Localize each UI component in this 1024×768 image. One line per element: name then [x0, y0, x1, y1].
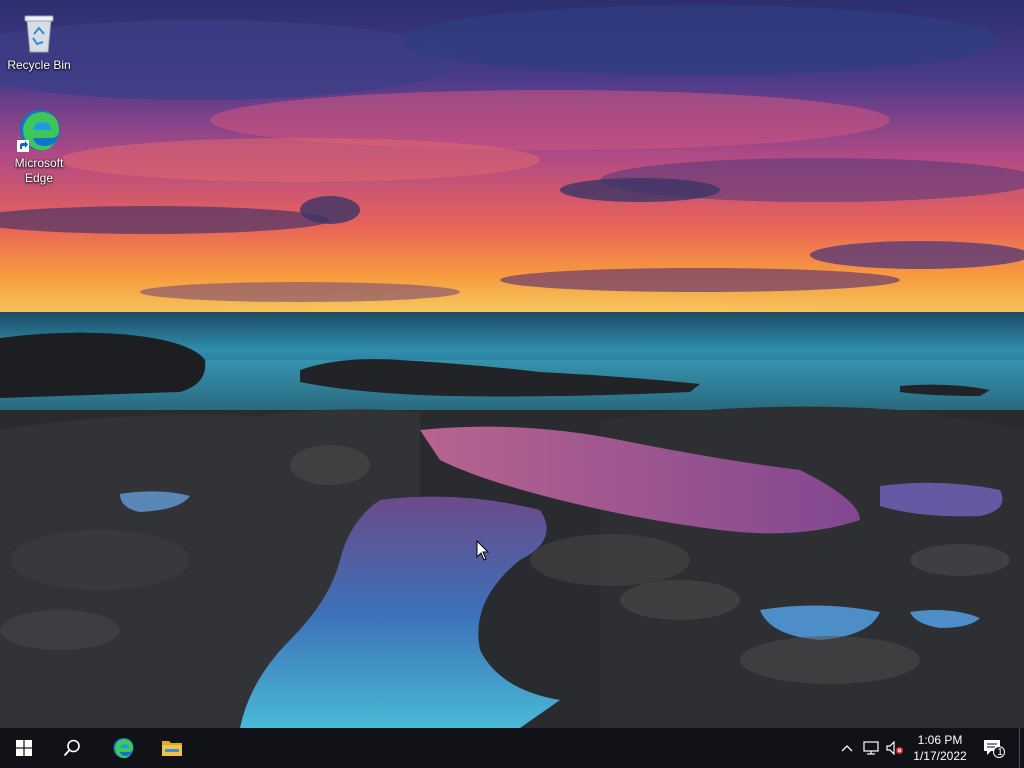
show-desktop-button[interactable] — [1019, 728, 1024, 768]
clock-time: 1:06 PM — [917, 733, 963, 747]
volume-muted-icon — [886, 741, 903, 755]
network-icon — [863, 741, 879, 755]
desktop-icon-recycle-bin[interactable]: Recycle Bin — [1, 8, 77, 73]
start-button[interactable] — [0, 728, 48, 768]
mouse-cursor-icon — [476, 540, 490, 561]
taskbar: 1:06 PM 1/17/2022 1 — [0, 728, 1024, 768]
wallpaper — [0, 0, 1024, 728]
notifications-button[interactable]: 1 — [980, 728, 1008, 768]
show-hidden-icons-button[interactable] — [838, 728, 856, 768]
edge-icon — [17, 110, 60, 152]
windows-logo-icon — [16, 740, 32, 756]
chevron-up-icon — [841, 745, 853, 752]
file-explorer-icon — [162, 741, 182, 756]
desktop-icon-label: Recycle Bin — [7, 58, 71, 72]
volume-button[interactable] — [884, 728, 906, 768]
taskbar-file-explorer-button[interactable] — [148, 728, 196, 768]
network-button[interactable] — [860, 728, 882, 768]
edge-icon — [113, 738, 134, 759]
notification-count-badge: 1 — [997, 747, 1003, 758]
taskbar-clock[interactable]: 1:06 PM 1/17/2022 — [906, 728, 974, 768]
desktop-icon-microsoft-edge[interactable]: Microsoft Edge — [1, 106, 77, 186]
desktop[interactable]: Recycle Bin Microsoft Edge — [0, 0, 1024, 728]
clock-date: 1/17/2022 — [913, 749, 967, 763]
search-icon — [63, 739, 80, 757]
search-button[interactable] — [48, 728, 96, 768]
recycle-bin-icon — [24, 15, 54, 53]
desktop-icon-label: Microsoft Edge — [14, 156, 64, 185]
taskbar-edge-button[interactable] — [99, 728, 147, 768]
